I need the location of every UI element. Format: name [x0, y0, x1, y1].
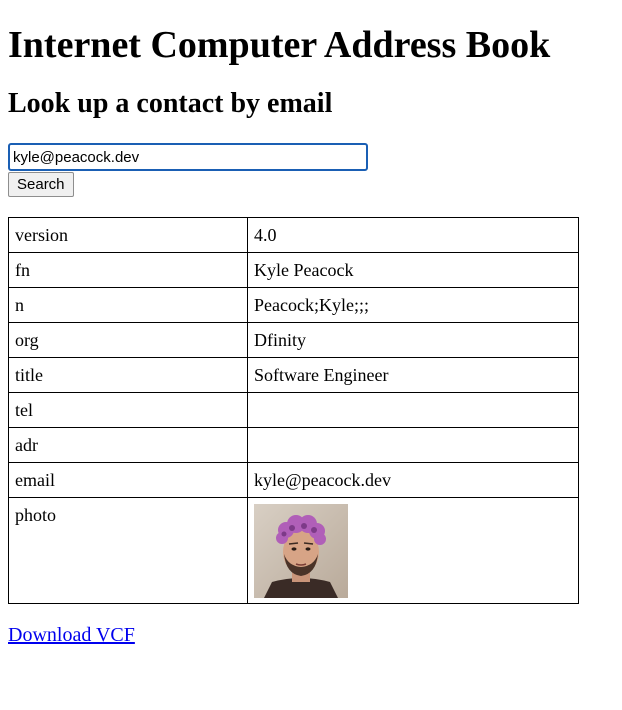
search-button[interactable]: Search [8, 172, 74, 197]
row-value-photo [247, 497, 579, 604]
table-row: n Peacock;Kyle;;; [8, 287, 579, 323]
row-key: title [8, 357, 248, 393]
contact-table: version 4.0 fn Kyle Peacock n Peacock;Ky… [8, 217, 579, 604]
row-value: Software Engineer [247, 357, 579, 393]
page-title: Internet Computer Address Book [8, 24, 551, 66]
row-value: Dfinity [247, 322, 579, 358]
table-row: title Software Engineer [8, 357, 579, 393]
row-value [247, 392, 579, 428]
row-value: Kyle Peacock [247, 252, 579, 288]
row-key: tel [8, 392, 248, 428]
address-book-page: Internet Computer Address Book Look up a… [0, 22, 622, 647]
page-subtitle: Look up a contact by email [8, 88, 333, 119]
table-row: fn Kyle Peacock [8, 252, 579, 288]
table-row: version 4.0 [8, 217, 579, 253]
table-row: tel [8, 392, 579, 428]
download-vcf-link[interactable]: Download VCF [8, 624, 135, 647]
table-row: org Dfinity [8, 322, 579, 358]
row-value: Peacock;Kyle;;; [247, 287, 579, 323]
row-key: org [8, 322, 248, 358]
row-key: version [8, 217, 248, 253]
row-key: adr [8, 427, 248, 463]
row-value: kyle@peacock.dev [247, 462, 579, 498]
row-key: fn [8, 252, 248, 288]
row-value: 4.0 [247, 217, 579, 253]
table-row-photo: photo [8, 497, 579, 604]
contact-photo [254, 504, 348, 598]
search-form: Search [8, 143, 614, 197]
table-row: email kyle@peacock.dev [8, 462, 579, 498]
row-key: email [8, 462, 248, 498]
row-value [247, 427, 579, 463]
email-search-input[interactable] [8, 143, 368, 171]
table-row: adr [8, 427, 579, 463]
row-key: n [8, 287, 248, 323]
row-key: photo [8, 497, 248, 604]
